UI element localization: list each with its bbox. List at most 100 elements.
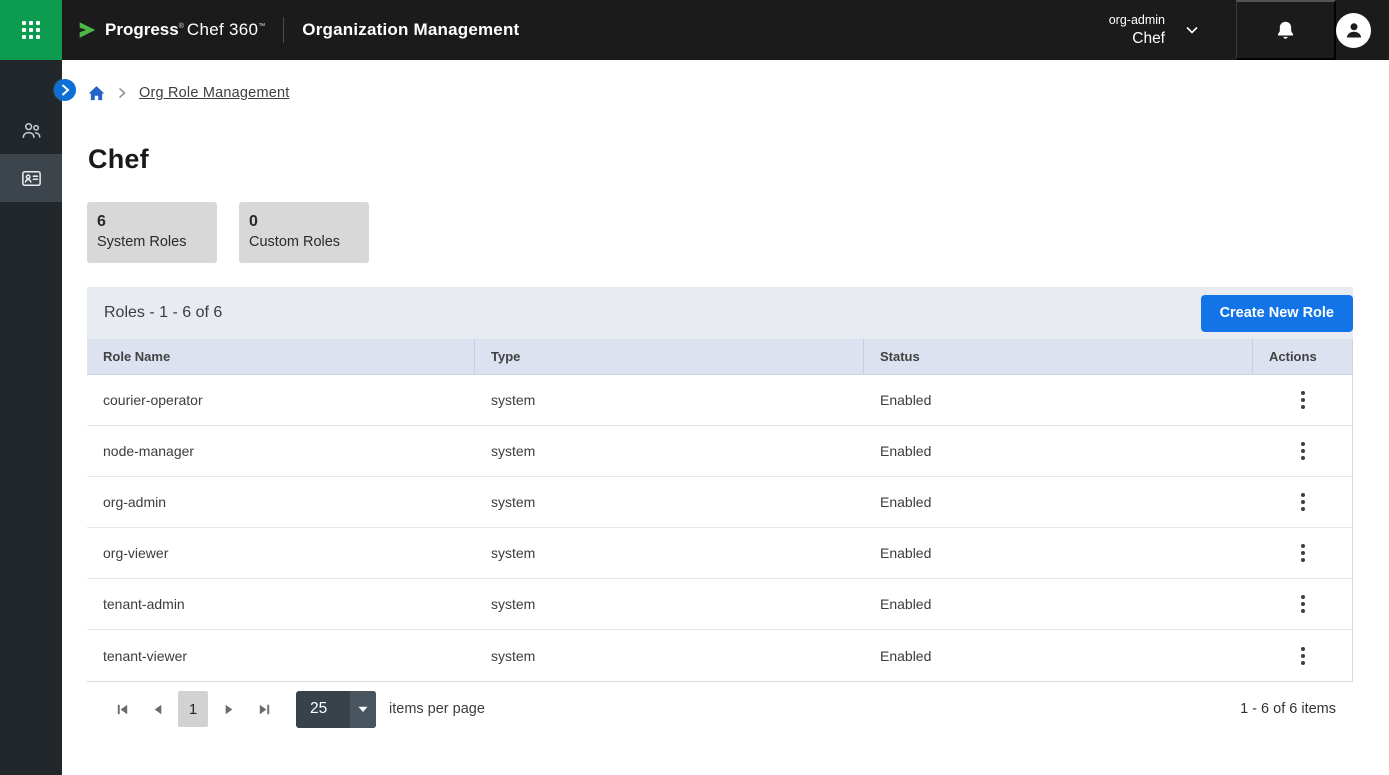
users-icon xyxy=(20,119,43,142)
chevron-down-icon xyxy=(1185,25,1199,35)
page-title: Chef xyxy=(88,144,149,175)
cell-status: Enabled xyxy=(864,375,1253,425)
cell-status: Enabled xyxy=(864,579,1253,629)
cell-actions xyxy=(1253,477,1352,527)
table-row: org-admin system Enabled xyxy=(87,477,1352,528)
org-switcher[interactable]: org-admin Chef xyxy=(1109,13,1199,48)
column-header-status[interactable]: Status xyxy=(864,339,1253,374)
org-name-label: Chef xyxy=(1132,30,1165,48)
brand-text: Progress®Chef 360™ xyxy=(105,20,265,40)
roles-table-body: courier-operator system Enabled node-man… xyxy=(87,375,1353,681)
brand-product: Chef 360 xyxy=(187,20,258,39)
first-page-icon xyxy=(115,702,130,717)
cell-status: Enabled xyxy=(864,426,1253,476)
breadcrumb-chevron-icon xyxy=(118,87,126,99)
stat-card-system-roles: 6 System Roles xyxy=(87,202,217,263)
row-actions-menu-button[interactable] xyxy=(1291,435,1315,467)
row-actions-menu-button[interactable] xyxy=(1291,486,1315,518)
cell-role-name: org-admin xyxy=(87,477,475,527)
last-page-button[interactable] xyxy=(246,693,282,725)
current-page-button[interactable]: 1 xyxy=(178,691,208,727)
table-row: tenant-admin system Enabled xyxy=(87,579,1352,630)
stat-card-custom-roles: 0 Custom Roles xyxy=(239,202,369,263)
next-page-button[interactable] xyxy=(210,693,246,725)
brand-logo: Progress®Chef 360™ xyxy=(76,19,265,41)
cell-role-name: tenant-admin xyxy=(87,579,475,629)
last-page-icon xyxy=(257,702,272,717)
bell-icon xyxy=(1275,20,1296,41)
roles-panel: Roles - 1 - 6 of 6 Create New Role Role … xyxy=(87,287,1353,736)
sidebar-item-org-roles[interactable] xyxy=(0,154,62,202)
topbar-divider xyxy=(283,17,284,43)
sidebar-expand-button[interactable] xyxy=(54,79,76,101)
role-stats: 6 System Roles 0 Custom Roles xyxy=(87,202,369,263)
home-link[interactable] xyxy=(88,85,105,102)
breadcrumb: Org Role Management xyxy=(88,84,290,102)
progress-logo-icon xyxy=(76,19,98,41)
sidebar-item-users[interactable] xyxy=(0,106,62,154)
previous-page-button[interactable] xyxy=(140,693,176,725)
system-roles-label: System Roles xyxy=(97,232,203,252)
cell-status: Enabled xyxy=(864,630,1253,681)
roles-panel-header: Roles - 1 - 6 of 6 Create New Role xyxy=(87,287,1353,339)
brand-tm-mark: ™ xyxy=(258,23,265,30)
cell-actions xyxy=(1253,426,1352,476)
cell-type: system xyxy=(475,528,864,578)
create-new-role-button[interactable]: Create New Role xyxy=(1201,295,1353,332)
main-content: Org Role Management Chef 6 System Roles … xyxy=(62,60,1389,775)
previous-page-icon xyxy=(151,702,166,717)
next-page-icon xyxy=(221,702,236,717)
brand-reg-mark: ® xyxy=(179,23,184,30)
org-switcher-labels: org-admin Chef xyxy=(1109,13,1165,48)
column-header-type[interactable]: Type xyxy=(475,339,864,374)
person-icon xyxy=(1344,20,1364,40)
triangle-down-icon xyxy=(350,691,376,728)
system-roles-count: 6 xyxy=(97,211,203,232)
page-size-select[interactable]: 25 xyxy=(296,691,376,728)
items-per-page-label: items per page xyxy=(389,701,485,717)
cell-type: system xyxy=(475,426,864,476)
cell-type: system xyxy=(475,579,864,629)
cell-status: Enabled xyxy=(864,528,1253,578)
first-page-button[interactable] xyxy=(104,693,140,725)
pagination-bar: 1 25 items per page xyxy=(87,681,1353,736)
app-title: Organization Management xyxy=(302,20,519,40)
top-bar: Progress®Chef 360™ Organization Manageme… xyxy=(0,0,1389,60)
items-range-label: 1 - 6 of 6 items xyxy=(1240,701,1336,717)
app-launcher-button[interactable] xyxy=(0,0,62,60)
breadcrumb-link-org-role-management[interactable]: Org Role Management xyxy=(139,85,290,101)
home-icon xyxy=(88,85,105,102)
table-row: tenant-viewer system Enabled xyxy=(87,630,1352,681)
id-badge-icon xyxy=(20,167,43,190)
waffle-grid-icon xyxy=(22,21,40,39)
cell-type: system xyxy=(475,630,864,681)
left-sidebar xyxy=(0,60,62,775)
table-row: node-manager system Enabled xyxy=(87,426,1352,477)
table-row: courier-operator system Enabled xyxy=(87,375,1352,426)
page-size-value: 25 xyxy=(296,691,350,728)
chevron-right-icon xyxy=(61,84,70,96)
brand-name: Progress xyxy=(105,20,179,39)
cell-role-name: courier-operator xyxy=(87,375,475,425)
custom-roles-count: 0 xyxy=(249,211,355,232)
row-actions-menu-button[interactable] xyxy=(1291,640,1315,672)
cell-actions xyxy=(1253,528,1352,578)
row-actions-menu-button[interactable] xyxy=(1291,537,1315,569)
cell-type: system xyxy=(475,477,864,527)
cell-actions xyxy=(1253,630,1352,681)
user-role-label: org-admin xyxy=(1109,13,1165,27)
cell-actions xyxy=(1253,579,1352,629)
notifications-button[interactable] xyxy=(1236,0,1336,60)
cell-type: system xyxy=(475,375,864,425)
row-actions-menu-button[interactable] xyxy=(1291,384,1315,416)
column-header-role-name[interactable]: Role Name xyxy=(87,339,475,374)
row-actions-menu-button[interactable] xyxy=(1291,588,1315,620)
cell-role-name: node-manager xyxy=(87,426,475,476)
cell-actions xyxy=(1253,375,1352,425)
custom-roles-label: Custom Roles xyxy=(249,232,355,252)
cell-role-name: org-viewer xyxy=(87,528,475,578)
roles-table-header: Role Name Type Status Actions xyxy=(87,339,1353,375)
column-header-actions[interactable]: Actions xyxy=(1253,339,1352,374)
account-avatar-button[interactable] xyxy=(1336,13,1371,48)
organization-management-page: Progress®Chef 360™ Organization Manageme… xyxy=(0,0,1389,775)
